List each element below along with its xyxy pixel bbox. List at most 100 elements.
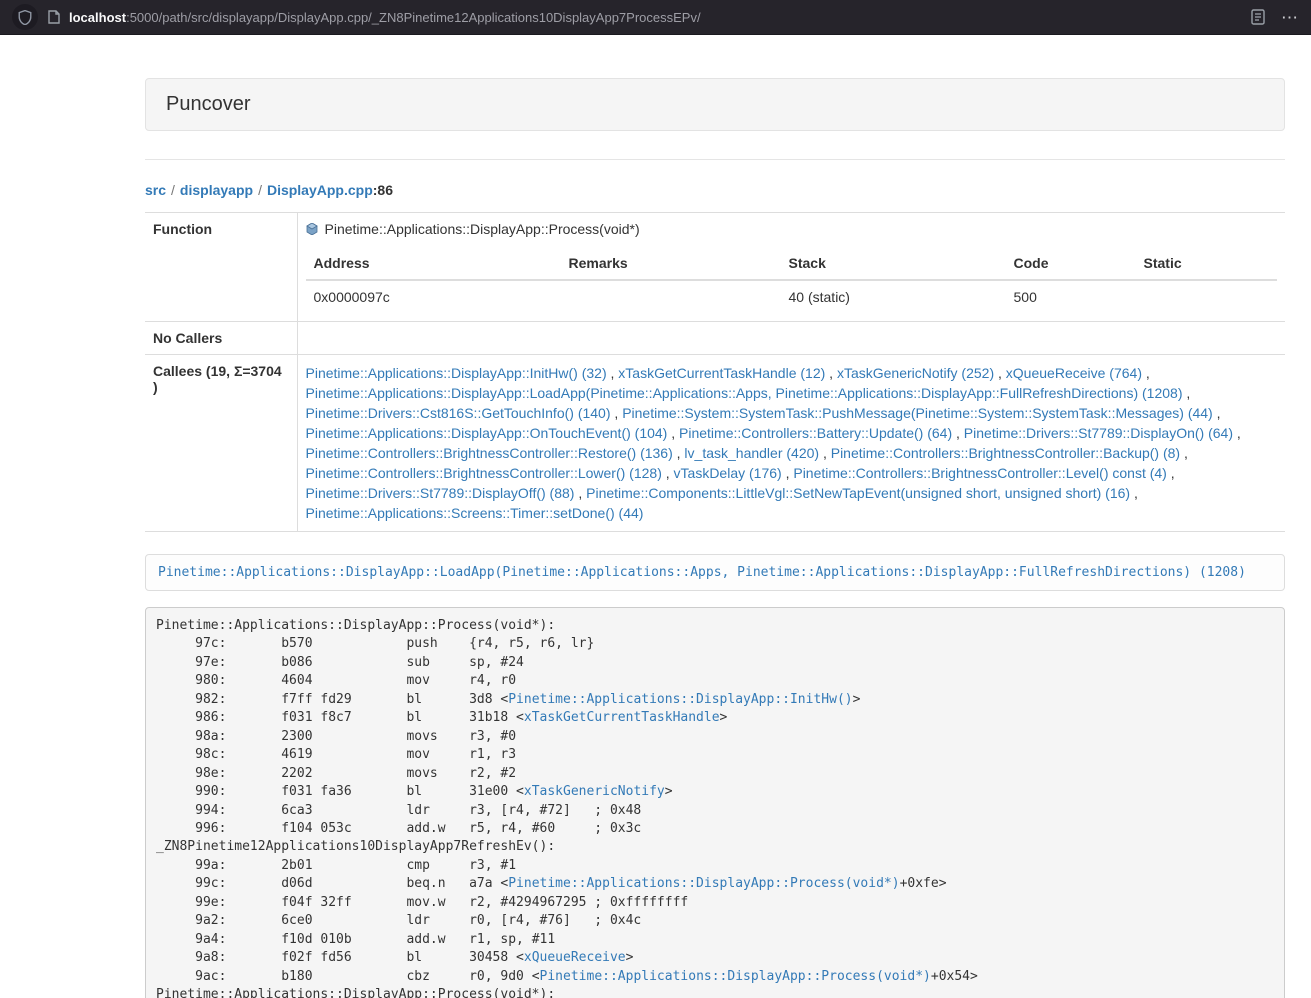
callees-row: Callees (19, Σ=3704 ) Pinetime::Applicat…: [145, 355, 1285, 532]
stack-value: 40 (static): [781, 280, 1006, 313]
code-text: 986: f031 f8c7 bl 31b18 <: [156, 710, 524, 725]
callee-link[interactable]: lv_task_handler (420): [684, 445, 819, 461]
page-icon: [48, 10, 60, 24]
remarks-value: [561, 280, 781, 313]
callee-separator: ,: [782, 465, 794, 481]
callee-link[interactable]: Pinetime::Controllers::Battery::Update()…: [679, 425, 952, 441]
code-text: 98a: 2300 movs r3, #0: [156, 729, 516, 744]
app-header: Puncover: [145, 78, 1285, 131]
code-symbol-link[interactable]: Pinetime::Applications::DisplayApp::Init…: [508, 692, 852, 707]
callee-link[interactable]: Pinetime::Controllers::BrightnessControl…: [831, 445, 1180, 461]
url-host: localhost: [69, 10, 126, 25]
callee-link[interactable]: Pinetime::System::SystemTask::PushMessag…: [622, 405, 1213, 421]
function-table: Function Pinetime::Applications::Display…: [145, 212, 1285, 532]
column-static: Static: [1136, 247, 1278, 280]
callee-separator: ,: [574, 485, 586, 501]
callee-separator: ,: [994, 365, 1006, 381]
toolbar-right: ⋯: [1251, 9, 1299, 26]
callee-link[interactable]: Pinetime::Controllers::BrightnessControl…: [793, 465, 1166, 481]
callee-link[interactable]: Pinetime::Drivers::St7789::DisplayOn() (…: [964, 425, 1233, 441]
callee-link[interactable]: Pinetime::Controllers::BrightnessControl…: [306, 445, 673, 461]
code-text: 982: f7ff fd29 bl 3d8 <: [156, 692, 508, 707]
highlighted-symbol-box: Pinetime::Applications::DisplayApp::Load…: [145, 554, 1285, 591]
breadcrumb-link-file[interactable]: DisplayApp.cpp: [267, 182, 373, 198]
code-text: 98e: 2202 movs r2, #2: [156, 766, 516, 781]
code-symbol-link[interactable]: xQueueReceive: [524, 950, 626, 965]
column-code: Code: [1006, 247, 1136, 280]
callee-separator: ,: [952, 425, 964, 441]
code-text: >: [720, 710, 728, 725]
callee-separator: ,: [1142, 365, 1150, 381]
code-size-value: 500: [1006, 280, 1136, 313]
code-text: Pinetime::Applications::DisplayApp::Proc…: [156, 618, 555, 633]
highlighted-symbol-link[interactable]: Pinetime::Applications::DisplayApp::Load…: [158, 565, 1246, 580]
callee-separator: ,: [667, 425, 679, 441]
callee-link[interactable]: Pinetime::Applications::DisplayApp::OnTo…: [306, 425, 668, 441]
shield-glyph: [18, 10, 32, 25]
column-address: Address: [306, 247, 561, 280]
breadcrumb-link-displayapp[interactable]: displayapp: [180, 182, 253, 198]
function-icon: [306, 223, 318, 235]
callee-link[interactable]: Pinetime::Drivers::St7789::DisplayOff() …: [306, 485, 575, 501]
breadcrumb-link-src[interactable]: src: [145, 182, 166, 198]
callee-link[interactable]: Pinetime::Drivers::Cst816S::GetTouchInfo…: [306, 405, 611, 421]
callee-link[interactable]: xTaskGenericNotify (252): [837, 365, 994, 381]
code-text: >: [853, 692, 861, 707]
callee-separator: ,: [662, 465, 674, 481]
disassembly: Pinetime::Applications::DisplayApp::Proc…: [145, 607, 1285, 998]
callee-separator: ,: [673, 445, 685, 461]
breadcrumb-separator: /: [171, 182, 175, 198]
callee-separator: ,: [1213, 405, 1221, 421]
callee-separator: ,: [819, 445, 831, 461]
page-title: Puncover: [166, 93, 1264, 116]
code-text: 9ac: b180 cbz r0, 9d0 <: [156, 969, 540, 984]
url-bar[interactable]: localhost:5000/path/src/displayapp/Displ…: [48, 10, 1239, 25]
divider: [145, 159, 1285, 160]
callee-link[interactable]: Pinetime::Components::LittleVgl::SetNewT…: [586, 485, 1130, 501]
no-callers-label: No Callers: [145, 322, 297, 355]
address-value: 0x0000097c: [306, 280, 561, 313]
code-text: >: [665, 784, 673, 799]
code-text: 9a8: f02f fd56 bl 30458 <: [156, 950, 524, 965]
menu-icon[interactable]: ⋯: [1281, 9, 1299, 26]
static-value: [1136, 280, 1278, 313]
code-text: +0x54>: [931, 969, 978, 984]
shield-icon[interactable]: [12, 4, 38, 30]
reader-view-icon[interactable]: [1251, 9, 1265, 25]
callee-separator: ,: [1182, 385, 1190, 401]
callee-separator: ,: [1233, 425, 1241, 441]
url-path: :5000/path/src/displayapp/DisplayApp.cpp…: [126, 10, 701, 25]
callee-link[interactable]: Pinetime::Controllers::BrightnessControl…: [306, 465, 662, 481]
callee-link[interactable]: xQueueReceive (764): [1006, 365, 1142, 381]
code-text: 9a4: f10d 010b add.w r1, sp, #11: [156, 932, 555, 947]
callee-link[interactable]: Pinetime::Applications::Screens::Timer::…: [306, 505, 644, 521]
code-text: 99e: f04f 32ff mov.w r2, #4294967295 ; 0…: [156, 895, 688, 910]
callee-link[interactable]: Pinetime::Applications::DisplayApp::Load…: [306, 385, 1183, 401]
code-text: 97e: b086 sub sp, #24: [156, 655, 524, 670]
callees-list: Pinetime::Applications::DisplayApp::Init…: [306, 363, 1278, 523]
code-text: >: [626, 950, 634, 965]
callee-link[interactable]: xTaskGetCurrentTaskHandle (12): [618, 365, 825, 381]
code-symbol-link[interactable]: Pinetime::Applications::DisplayApp::Proc…: [540, 969, 931, 984]
code-text: 990: f031 fa36 bl 31e00 <: [156, 784, 524, 799]
callee-link[interactable]: vTaskDelay (176): [674, 465, 782, 481]
code-text: 996: f104 053c add.w r5, r4, #60 ; 0x3c: [156, 821, 641, 836]
code-text: 9a2: 6ce0 ldr r0, [r4, #76] ; 0x4c: [156, 913, 641, 928]
breadcrumb: src/displayapp/DisplayApp.cpp:86: [145, 182, 1285, 198]
url-text: localhost:5000/path/src/displayapp/Displ…: [69, 10, 701, 25]
code-text: 99a: 2b01 cmp r3, #1: [156, 858, 516, 873]
code-text: 980: 4604 mov r4, r0: [156, 673, 516, 688]
callee-link[interactable]: Pinetime::Applications::DisplayApp::Init…: [306, 365, 607, 381]
browser-toolbar: localhost:5000/path/src/displayapp/Displ…: [0, 0, 1311, 35]
code-symbol-link[interactable]: xTaskGetCurrentTaskHandle: [524, 710, 720, 725]
page-container: Puncover src/displayapp/DisplayApp.cpp:8…: [145, 78, 1285, 998]
column-remarks: Remarks: [561, 247, 781, 280]
detail-header-row: Address Remarks Stack Code Static: [306, 247, 1278, 280]
function-name: Pinetime::Applications::DisplayApp::Proc…: [325, 221, 640, 237]
callees-label: Callees (19, Σ=3704 ): [145, 355, 297, 532]
code-symbol-link[interactable]: xTaskGenericNotify: [524, 784, 665, 799]
code-symbol-link[interactable]: Pinetime::Applications::DisplayApp::Proc…: [508, 876, 899, 891]
callee-separator: ,: [1180, 445, 1188, 461]
breadcrumb-line-number: :86: [373, 182, 393, 198]
function-row: Function Pinetime::Applications::Display…: [145, 213, 1285, 322]
